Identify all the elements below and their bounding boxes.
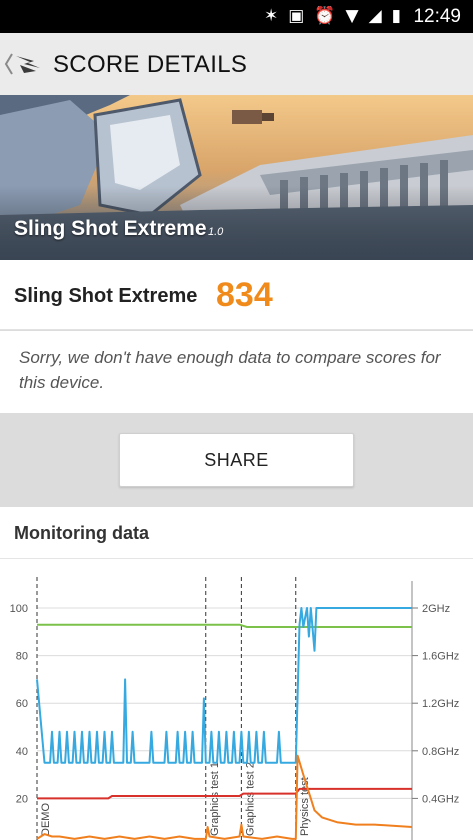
left-tick-label: 40 [16, 746, 28, 758]
benchmark-banner: Sling Shot Extreme 1.0 [0, 95, 473, 260]
comparison-message-card: Sorry, we don't have enough data to comp… [0, 331, 473, 413]
score-test-name: Sling Shot Extreme [14, 285, 198, 307]
signal-icon: ◢ [368, 6, 382, 26]
left-tick-label: 80 [16, 651, 28, 663]
alarm-icon: ⏰ [314, 6, 336, 26]
right-tick-label: 0.4GHz [422, 793, 459, 805]
battery-icon: ▮ [391, 6, 401, 26]
left-tick-label: 60 [16, 698, 28, 710]
series-line [36, 607, 412, 764]
monitoring-chart: 100 80 60 40 20 2GHz 1.6GHz 1.2GHz 0.8GHz 0.4GHz D… [10, 577, 459, 840]
nfc-icon: ▣ [288, 6, 305, 26]
score-card: Sling Shot Extreme 834 [0, 260, 473, 330]
share-button[interactable]: SHARE [119, 433, 354, 487]
left-tick-label: 100 [10, 603, 28, 615]
banner-version: 1.0 [208, 226, 224, 238]
wifi-icon: ▼ [345, 6, 359, 26]
app-bar: SCORE DETAILS [0, 33, 473, 95]
segment-label: Graphics test 2 [244, 762, 256, 836]
page-title: SCORE DETAILS [53, 51, 248, 78]
right-tick-label: 1.6GHz [422, 651, 459, 663]
monitoring-card: Monitoring data 100 80 60 40 20 2GHz 1.6GHz 1.2… [0, 507, 473, 840]
left-tick-label: 20 [16, 793, 28, 805]
status-bar: ✶ ▣ ⏰ ▼ ◢ ▮ 12:49 [0, 0, 473, 33]
right-tick-label: 2GHz [422, 603, 450, 615]
right-tick-label: 1.2GHz [422, 698, 459, 710]
series-line [36, 754, 413, 840]
series-line [37, 787, 412, 800]
segment-label: DEMO [40, 803, 52, 836]
bluetooth-icon: ✶ [264, 6, 279, 26]
right-tick-label: 0.8GHz [422, 746, 459, 758]
segment-label: Physics test [299, 777, 311, 836]
segment-label: Graphics test 1 [209, 762, 221, 836]
series-line [37, 623, 412, 628]
comparison-message: Sorry, we don't have enough data to comp… [19, 348, 441, 392]
monitoring-title: Monitoring data [14, 523, 149, 543]
banner-title: Sling Shot Extreme [14, 217, 207, 240]
score-value: 834 [216, 276, 273, 314]
back-chevron-logo-icon[interactable] [4, 51, 44, 77]
clock-time: 12:49 [413, 6, 461, 27]
